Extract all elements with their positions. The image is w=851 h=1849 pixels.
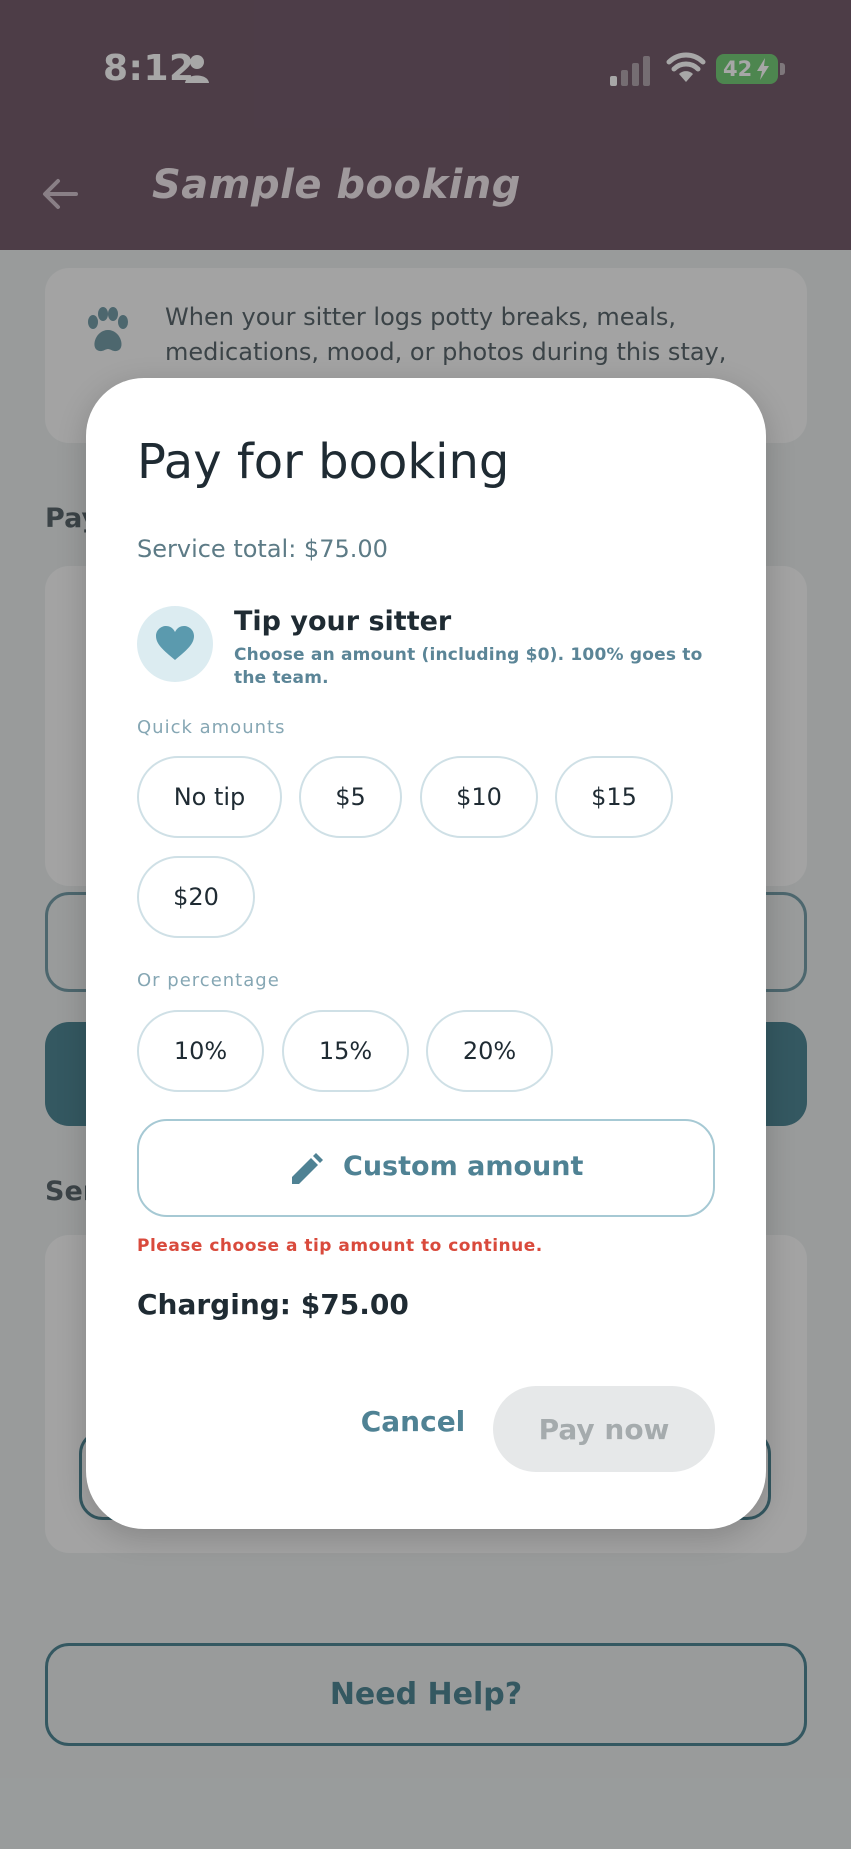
- tip-percent-15[interactable]: 15%: [282, 1010, 409, 1092]
- tip-chip-15[interactable]: $15: [555, 756, 673, 838]
- tip-chip-no-tip[interactable]: No tip: [137, 756, 282, 838]
- service-total: Service total: $75.00: [137, 535, 388, 563]
- custom-amount-button[interactable]: Custom amount: [137, 1119, 715, 1217]
- tip-percent-20[interactable]: 20%: [426, 1010, 553, 1092]
- tip-chip-10[interactable]: $10: [420, 756, 538, 838]
- pay-dialog: Pay for booking Service total: $75.00 Ti…: [86, 378, 766, 1529]
- pay-now-button[interactable]: Pay now: [493, 1386, 715, 1472]
- custom-amount-label: Custom amount: [343, 1151, 584, 1182]
- tip-avatar: [137, 606, 213, 682]
- percentage-label: Or percentage: [137, 970, 280, 991]
- tip-chip-5[interactable]: $5: [299, 756, 402, 838]
- tip-error-message: Please choose a tip amount to continue.: [137, 1236, 543, 1256]
- tip-title: Tip your sitter: [234, 606, 452, 637]
- charging-total: Charging: $75.00: [137, 1288, 409, 1321]
- quick-amounts-label: Quick amounts: [137, 717, 286, 738]
- pencil-icon: [292, 1153, 323, 1184]
- heart-icon: [156, 626, 194, 660]
- tip-chip-20[interactable]: $20: [137, 856, 255, 938]
- tip-percent-10[interactable]: 10%: [137, 1010, 264, 1092]
- cancel-button[interactable]: Cancel: [338, 1386, 488, 1456]
- tip-subtitle: Choose an amount (including $0). 100% go…: [234, 645, 703, 688]
- dialog-title: Pay for booking: [137, 434, 510, 490]
